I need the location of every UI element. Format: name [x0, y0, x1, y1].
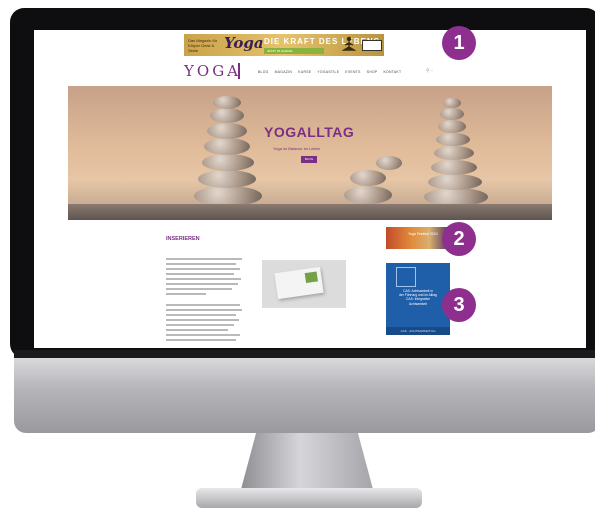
stone [344, 186, 392, 204]
main-navigation: BLOG MAGAZIN KURSE YOGASTILE EVENTS SHOP… [258, 70, 401, 74]
search-icon[interactable]: ⚲ [426, 68, 430, 74]
text-line [166, 278, 241, 280]
text-line [166, 314, 236, 316]
text-line [166, 258, 242, 260]
text-line [166, 288, 232, 290]
text-line [166, 304, 240, 306]
stone [436, 133, 470, 146]
stone [428, 174, 482, 190]
monitor-stand-base [196, 488, 422, 508]
site-logo[interactable]: YOGA [184, 62, 241, 80]
stone [434, 146, 474, 160]
banner-logo: Yoga [224, 34, 264, 52]
stone [350, 170, 386, 186]
business-card [274, 266, 324, 300]
logo-divider [238, 63, 240, 79]
stone [207, 123, 247, 139]
nav-item-magazin[interactable]: MAGAZIN [275, 70, 293, 74]
top-banner-ad[interactable]: Das Magazin für Körper Geist & Seele Yog… [184, 34, 384, 56]
sidebar-ad-cas[interactable]: CAS: Achtsamkeit in der Führung und im A… [386, 263, 450, 335]
hero-button[interactable]: BLOG [301, 156, 317, 163]
ad-cas-footer: CAS · ACHTSAMKEIT.CH [386, 327, 450, 335]
stone [204, 138, 250, 155]
text-line [166, 324, 234, 326]
ad-cas-text: CAS: Achtsamkeit in der Führung und im A… [389, 289, 447, 306]
meditation-figure-icon [342, 36, 356, 51]
ad-line: Achtsamkeit [409, 301, 427, 306]
text-line [166, 273, 234, 275]
callout-2: 2 [442, 222, 476, 256]
stone [440, 108, 464, 120]
social-icon[interactable]: ◦ [431, 68, 433, 74]
business-card-image [262, 260, 346, 308]
card-photo [304, 271, 318, 284]
stone [431, 160, 477, 175]
monitor-stand [240, 433, 374, 493]
callout-1: 1 [442, 26, 476, 60]
section-title: INSERIEREN [166, 236, 200, 242]
banner-subline: JETZT IM HANDEL [264, 48, 324, 54]
monitor-screen: Das Magazin für Körper Geist & Seele Yog… [34, 30, 586, 348]
hero-ground [68, 204, 552, 220]
nav-item-shop[interactable]: SHOP [367, 70, 378, 74]
stone [202, 154, 254, 171]
stone [443, 98, 461, 108]
nav-item-yogastile[interactable]: YOGASTILE [317, 70, 339, 74]
text-line [166, 334, 240, 336]
stone [210, 108, 244, 123]
stone [376, 156, 402, 170]
nav-item-kurse[interactable]: KURSE [298, 70, 311, 74]
text-line [166, 329, 228, 331]
cas-logo-icon [396, 267, 416, 287]
hero-subtitle: Yoga ist Balance im Leben [273, 146, 321, 151]
magazine-cover-icon [362, 40, 382, 51]
monitor-chin [14, 358, 595, 433]
text-line [166, 268, 240, 270]
banner-tagline: Das Magazin für Körper Geist & Seele [188, 38, 218, 53]
stone [213, 96, 241, 109]
nav-item-blog[interactable]: BLOG [258, 70, 269, 74]
nav-item-events[interactable]: EVENTS [345, 70, 360, 74]
stone [194, 186, 262, 206]
stone [198, 170, 256, 188]
text-line [166, 339, 236, 341]
sidebar-ad-festival[interactable]: Yoga Festival 2024 [386, 227, 448, 249]
stone [438, 120, 466, 133]
ad-festival-text: Yoga Festival 2024 [408, 232, 438, 236]
header-icons: ⚲ ◦ [426, 68, 433, 74]
text-line [166, 309, 242, 311]
hero-title: YOGALLTAG [264, 124, 355, 140]
callout-3: 3 [442, 288, 476, 322]
nav-item-kontakt[interactable]: KONTAKT [383, 70, 401, 74]
hero-banner: YOGALLTAG Yoga ist Balance im Leben BLOG [68, 86, 552, 220]
text-line [166, 293, 206, 295]
text-line [166, 319, 239, 321]
text-line [166, 283, 238, 285]
text-line [166, 263, 236, 265]
